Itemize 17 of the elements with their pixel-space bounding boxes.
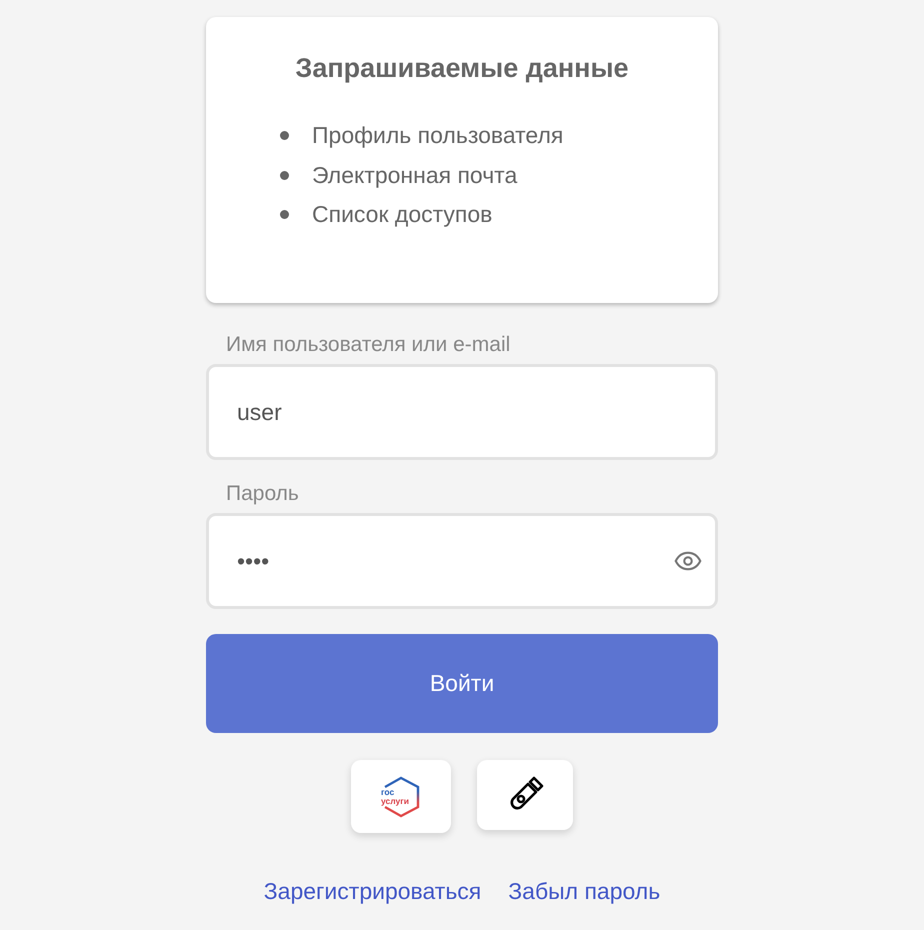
scope-item: Электронная почта [312,162,518,189]
card-title: Запрашиваемые данные [294,53,630,84]
scope-item: Профиль пользователя [312,122,564,150]
username-field[interactable]: user [206,364,718,460]
security-key-login-button[interactable] [477,760,573,830]
bullet-icon [280,131,289,140]
gov-services-login-button[interactable]: гос услуги [351,760,451,833]
scope-item: Список доступов [312,201,492,228]
password-field[interactable]: •••• [206,513,718,609]
field-label: Имя пользователя или e-mail [226,333,512,358]
auth-link[interactable]: Зарегистрироваться [264,878,482,905]
auth-link[interactable]: Забыл пароль [508,878,660,905]
bullet-icon [280,210,289,220]
bullet-icon [280,170,289,180]
field-label: Пароль [226,482,300,507]
login-button[interactable]: Войти [206,634,718,733]
gov-services-logo: гос услуги [381,774,421,818]
